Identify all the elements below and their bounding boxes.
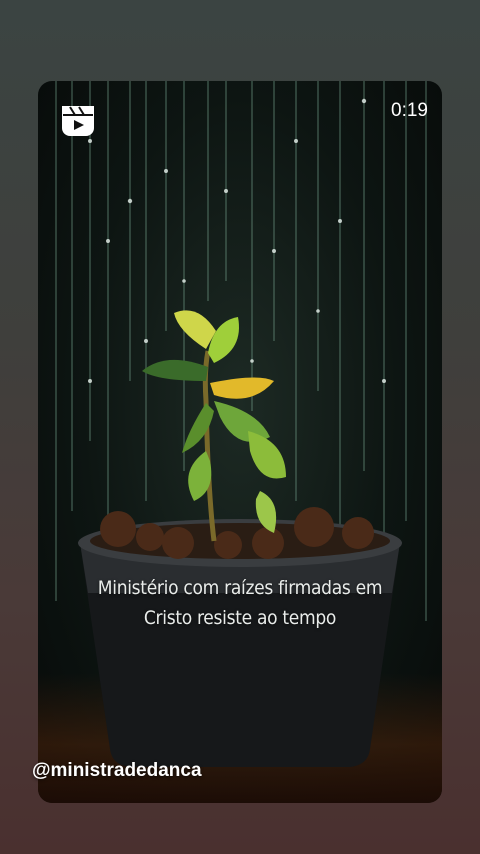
video-caption: Ministério com raízes firmadas em Cristo…	[58, 573, 422, 633]
video-card[interactable]: Ministério com raízes firmadas em Cristo…	[38, 81, 442, 803]
caption-line-2: Cristo resiste ao tempo	[143, 607, 337, 629]
caption-line-1: Ministério com raízes firmadas em	[97, 577, 383, 599]
reels-icon	[60, 103, 96, 139]
potted-plant-image	[78, 310, 402, 767]
video-duration: 0:19	[391, 100, 428, 121]
author-handle[interactable]: @ministradedanca	[32, 760, 202, 782]
